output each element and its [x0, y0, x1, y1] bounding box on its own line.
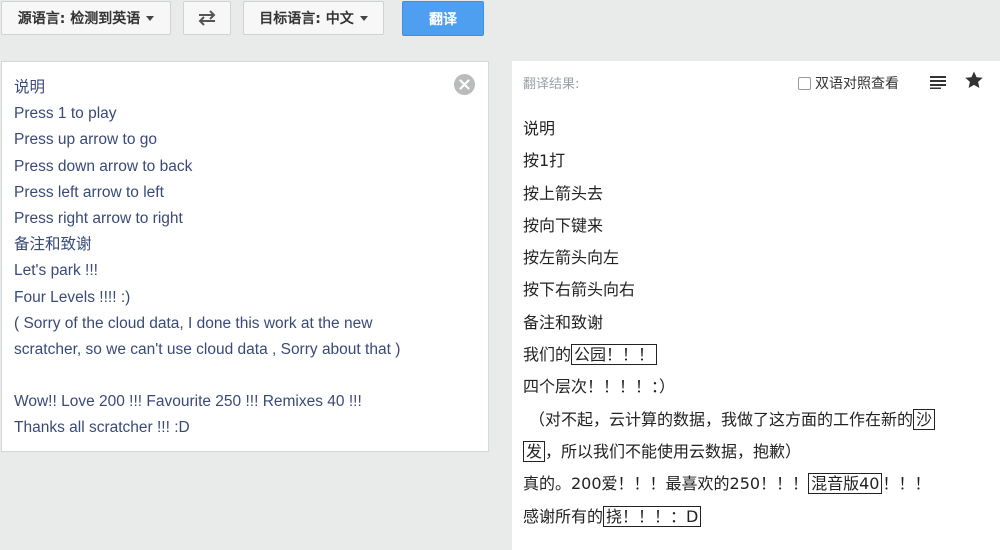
result-text: 说明: [523, 119, 556, 138]
result-text: 按左箭头向左: [523, 248, 620, 268]
result-line: 四个层次！！！！：）: [523, 371, 993, 403]
bilingual-toggle[interactable]: 双语对照查看: [798, 73, 899, 93]
source-line: 备注和致谢: [14, 236, 92, 254]
highlighted-term[interactable]: 公园！！！: [571, 344, 658, 366]
result-text: 按向下键来: [523, 215, 604, 235]
result-text: （对不起，云计算的数据，我做了这方面的工作在新的: [529, 409, 914, 429]
source-line: Press right arrow to right: [14, 209, 183, 227]
source-line: Wow!! Love 200 !!! Favourite 250 !!! Rem…: [14, 393, 362, 411]
result-line: 说明: [523, 113, 993, 145]
source-line: Press left arrow to left: [14, 183, 164, 201]
result-line: 备注和致谢: [523, 307, 993, 339]
result-line: 按下右箭头向右: [523, 274, 993, 306]
source-text-area[interactable]: 说明 Press 1 to play Press up arrow to go …: [1, 61, 489, 452]
result-text: 四个层次！！！！：）: [523, 377, 676, 397]
result-text: ！！！: [882, 474, 931, 494]
highlighted-term[interactable]: 沙: [913, 408, 936, 430]
result-text-lines: 说明 按1打 按上箭头去 按向下键来 按左箭头向左 按下右箭头向右 备注和致谢 …: [523, 113, 993, 533]
source-language-label: 源语言: 检测到英语: [17, 11, 141, 27]
source-language-dropdown[interactable]: 源语言: 检测到英语: [1, 1, 171, 35]
clear-x-icon: [459, 79, 470, 90]
result-line: 发，所以我们不能使用云数据，抱歉）: [523, 436, 993, 468]
translation-result-panel: 翻译结果: 双语对照查看 说明 按1打 按上箭头去 按向下键来 按左箭头向左 按…: [512, 61, 1000, 550]
result-line: 按向下键来: [523, 210, 993, 242]
result-text: 备注和致谢: [523, 312, 604, 332]
target-language-dropdown[interactable]: 目标语言: 中文: [243, 1, 384, 35]
highlighted-term[interactable]: 发: [523, 440, 546, 462]
result-text: 按下右箭头向右: [523, 280, 636, 300]
source-line: 说明: [14, 79, 46, 96]
translate-button[interactable]: 翻译: [402, 1, 484, 36]
clear-text-button[interactable]: [454, 74, 475, 95]
source-line: scratcher, so we can't use cloud data , …: [14, 340, 401, 358]
source-line: Let's park !!!: [14, 262, 98, 280]
target-language-label: 目标语言: 中文: [259, 11, 354, 27]
result-label: 翻译结果:: [523, 77, 580, 92]
source-line: Thanks all scratcher !!! :D: [14, 419, 190, 437]
chevron-down-icon: [146, 15, 155, 21]
result-line: 我们的 公园！！！: [523, 339, 993, 371]
result-text: 真的。200爱！！！最喜欢的250！！！: [523, 474, 809, 494]
bilingual-label: 双语对照查看: [815, 76, 899, 92]
result-text: 我们的: [523, 345, 572, 365]
swap-languages-button[interactable]: [183, 1, 231, 35]
result-line: 感谢所有的 挠！！！：D: [523, 501, 993, 533]
result-line: 真的。200爱！！！最喜欢的250！！！ 混音版40！！！: [523, 468, 993, 500]
highlighted-term[interactable]: 挠！！！：D: [603, 505, 702, 527]
result-line: （对不起，云计算的数据，我做了这方面的工作在新的沙: [523, 404, 993, 436]
highlighted-term[interactable]: 混音版40: [808, 473, 883, 495]
source-line: [14, 363, 454, 389]
source-line: Press down arrow to back: [14, 157, 193, 175]
star-icon[interactable]: [964, 70, 984, 90]
result-text: 感谢所有的: [523, 506, 604, 526]
source-line: Four Levels !!!! :): [14, 288, 131, 306]
bilingual-checkbox[interactable]: [798, 76, 811, 90]
result-line: 按1打: [523, 145, 993, 177]
swap-arrows-icon: [198, 10, 216, 26]
result-line: 按左箭头向左: [523, 242, 993, 274]
chevron-down-icon: [359, 15, 368, 21]
result-text: ，所以我们不能使用云数据，抱歉）: [545, 441, 802, 461]
source-line: Press 1 to play: [14, 105, 117, 123]
source-line: ( Sorry of the cloud data, I done this w…: [14, 314, 373, 332]
toolbar: 源语言: 检测到英语 目标语言: 中文 翻译: [0, 0, 1000, 40]
list-icon[interactable]: [930, 75, 946, 89]
source-text-lines: 说明 Press 1 to play Press up arrow to go …: [14, 75, 454, 442]
result-text: 按1打: [523, 151, 566, 171]
result-text: 按上箭头去: [523, 183, 604, 203]
source-line: Press up arrow to go: [14, 131, 158, 149]
result-line: 按上箭头去: [523, 178, 993, 210]
